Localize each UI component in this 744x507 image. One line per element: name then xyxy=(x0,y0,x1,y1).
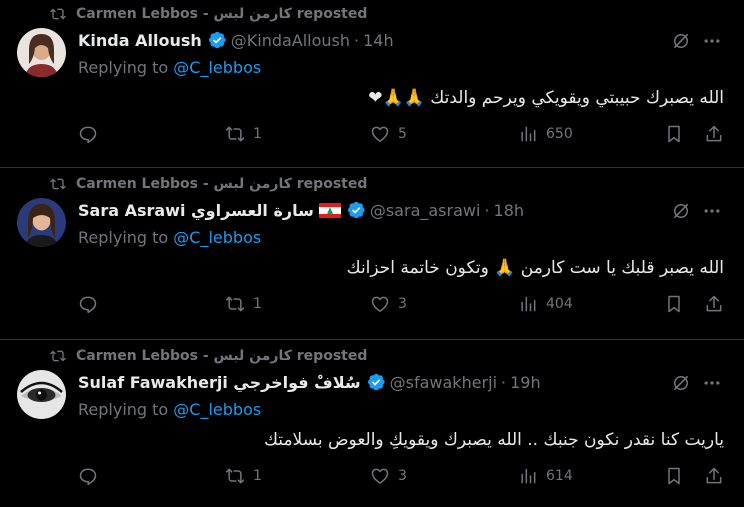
repost-count: 1 xyxy=(253,126,262,142)
reply-button[interactable] xyxy=(78,124,106,144)
share-button[interactable] xyxy=(704,466,724,486)
like-count: 3 xyxy=(398,468,407,484)
tweet-actions: 1 5 650 xyxy=(78,124,724,148)
share-button[interactable] xyxy=(704,294,724,314)
more-options-icon[interactable] xyxy=(702,31,722,51)
repost-icon xyxy=(225,296,245,312)
bookmark-icon xyxy=(668,125,680,143)
replying-to: Replying to @C_lebbos xyxy=(78,58,262,77)
tweet-text: الله يصبر قلبك يا ست كارمن 🙏 وتكون خاتمة… xyxy=(346,258,724,278)
views-icon xyxy=(521,126,536,142)
tweet-actions: 1 3 404 xyxy=(78,294,724,318)
bookmark-button[interactable] xyxy=(664,294,684,314)
share-icon xyxy=(706,467,722,484)
like-button[interactable]: 3 xyxy=(370,466,407,486)
repost-indicator[interactable]: Carmen Lebbos - كارمن لبس reposted xyxy=(50,174,367,194)
avatar[interactable] xyxy=(17,198,66,247)
bookmark-button[interactable] xyxy=(664,124,684,144)
repost-icon xyxy=(50,350,66,362)
repost-icon xyxy=(50,8,66,20)
user-handle[interactable]: @sfawakherji xyxy=(390,373,497,392)
replying-to: Replying to @C_lebbos xyxy=(78,228,262,247)
tweet[interactable]: Carmen Lebbos - كارمن لبس reposted Kinda… xyxy=(0,0,744,168)
avatar[interactable] xyxy=(17,370,66,419)
tweet-header: Sulaf Fawakherji سُلافْ فواخرجي @sfawakh… xyxy=(78,370,744,394)
tweet[interactable]: Carmen Lebbos - كارمن لبس reposted Sulaf… xyxy=(0,340,744,507)
like-count: 3 xyxy=(398,296,407,312)
bookmark-icon xyxy=(668,295,680,313)
reply-icon xyxy=(79,296,97,314)
repost-icon xyxy=(225,468,245,484)
replying-to-link[interactable]: @C_lebbos xyxy=(173,58,261,77)
repost-button[interactable]: 1 xyxy=(225,466,262,486)
views-icon xyxy=(521,468,536,484)
avatar[interactable] xyxy=(17,28,66,77)
repost-label: Carmen Lebbos - كارمن لبس reposted xyxy=(76,6,368,22)
share-button[interactable] xyxy=(704,124,724,144)
verified-badge-icon[interactable] xyxy=(207,30,227,50)
tweet-text: ياريت كنا نقدر نكون جنبك .. الله يصبرك و… xyxy=(263,430,724,450)
repost-indicator[interactable]: Carmen Lebbos - كارمن لبس reposted xyxy=(50,346,367,366)
lebanon-flag-icon xyxy=(318,202,341,218)
views-icon xyxy=(521,296,536,312)
repost-icon xyxy=(50,178,66,190)
repost-label: Carmen Lebbos - كارمن لبس reposted xyxy=(76,348,368,364)
timestamp[interactable]: 14h xyxy=(363,31,394,50)
display-name[interactable]: Sara Asrawi سارة العسراوي xyxy=(78,201,314,220)
views-count: 614 xyxy=(546,468,573,484)
repost-count: 1 xyxy=(253,468,262,484)
display-name[interactable]: Sulaf Fawakherji سُلافْ فواخرجي xyxy=(78,373,361,392)
bookmark-icon xyxy=(668,467,680,485)
tweet-actions: 1 3 614 xyxy=(78,466,724,490)
tweet-text: الله يصبرك حبيبتي ويقويكي ويرحم والدتك 🙏… xyxy=(368,88,724,108)
more-options-icon[interactable] xyxy=(702,201,722,221)
user-handle[interactable]: @KindaAlloush xyxy=(231,31,350,50)
replying-to-link[interactable]: @C_lebbos xyxy=(173,228,261,247)
heart-icon xyxy=(371,126,389,142)
views-button[interactable]: 404 xyxy=(518,294,573,314)
views-button[interactable]: 614 xyxy=(518,466,573,486)
more-options-icon[interactable] xyxy=(702,373,722,393)
repost-indicator[interactable]: Carmen Lebbos - كارمن لبس reposted xyxy=(50,4,367,24)
grok-icon[interactable] xyxy=(671,373,691,393)
repost-button[interactable]: 1 xyxy=(225,124,262,144)
repost-icon xyxy=(225,126,245,142)
timestamp[interactable]: 18h xyxy=(494,201,525,220)
like-button[interactable]: 3 xyxy=(370,294,407,314)
timestamp[interactable]: 19h xyxy=(510,373,541,392)
grok-icon[interactable] xyxy=(671,31,691,51)
like-button[interactable]: 5 xyxy=(370,124,407,144)
repost-button[interactable]: 1 xyxy=(225,294,262,314)
user-handle[interactable]: @sara_asrawi xyxy=(370,201,481,220)
timeline-feed: Carmen Lebbos - كارمن لبس reposted Kinda… xyxy=(0,0,744,507)
tweet-header: Sara Asrawi سارة العسراوي @sara_asrawi ·… xyxy=(78,198,744,222)
display-name[interactable]: Kinda Alloush xyxy=(78,31,202,50)
repost-count: 1 xyxy=(253,296,262,312)
separator-dot: · xyxy=(484,200,490,220)
tweet-header: Kinda Alloush @KindaAlloush · 14h xyxy=(78,28,744,52)
reply-icon xyxy=(79,468,97,486)
repost-label: Carmen Lebbos - كارمن لبس reposted xyxy=(76,176,368,192)
like-count: 5 xyxy=(398,126,407,142)
heart-icon xyxy=(371,296,389,312)
views-count: 404 xyxy=(546,296,573,312)
tweet[interactable]: Carmen Lebbos - كارمن لبس reposted Sara … xyxy=(0,168,744,340)
views-count: 650 xyxy=(546,126,573,142)
verified-badge-icon[interactable] xyxy=(346,200,366,220)
views-button[interactable]: 650 xyxy=(518,124,573,144)
bookmark-button[interactable] xyxy=(664,466,684,486)
separator-dot: · xyxy=(501,372,507,392)
reply-icon xyxy=(79,126,97,144)
share-icon xyxy=(706,295,722,312)
reply-button[interactable] xyxy=(78,294,106,314)
separator-dot: · xyxy=(354,30,360,50)
verified-badge-icon[interactable] xyxy=(366,372,386,392)
grok-icon[interactable] xyxy=(671,201,691,221)
heart-icon xyxy=(371,468,389,484)
replying-to-link[interactable]: @C_lebbos xyxy=(173,400,261,419)
replying-to: Replying to @C_lebbos xyxy=(78,400,262,419)
reply-button[interactable] xyxy=(78,466,106,486)
share-icon xyxy=(706,125,722,142)
